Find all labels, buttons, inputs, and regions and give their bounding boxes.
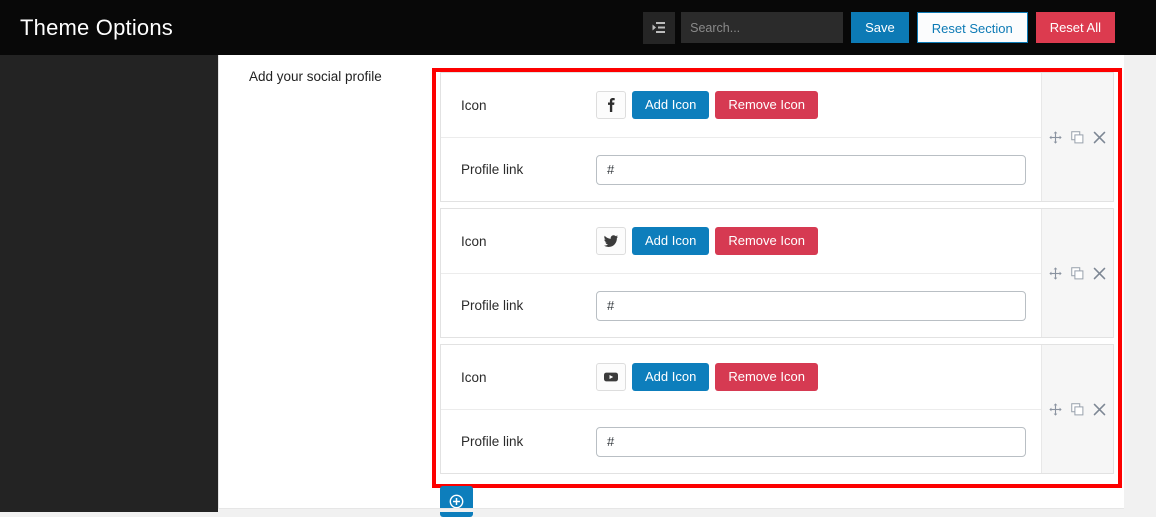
right-gutter [1124, 55, 1156, 512]
icon-row-label: Icon [461, 233, 487, 249]
profile-link-row-label: Profile link [461, 162, 524, 177]
close-icon[interactable] [1093, 266, 1107, 280]
top-header-bar: Theme Options Save Reset Section Reset A… [0, 0, 1156, 55]
social-group: Icon Add Icon Remove Icon Profile link # [440, 344, 1114, 474]
left-sidebar [0, 55, 218, 512]
panel-bottom-edge [218, 508, 1156, 512]
add-icon-button[interactable]: Add Icon [632, 363, 710, 391]
add-icon-button[interactable]: Add Icon [632, 227, 710, 255]
profile-link-controls [596, 426, 1041, 457]
field-label: Add your social profile [249, 69, 382, 84]
profile-link-input[interactable] [596, 290, 1026, 321]
remove-icon-button[interactable]: Remove Icon [715, 91, 818, 119]
add-icon-button[interactable]: Add Icon [632, 91, 710, 119]
search-input[interactable] [681, 12, 844, 43]
duplicate-icon[interactable] [1071, 266, 1085, 280]
close-icon[interactable] [1093, 402, 1107, 416]
twitter-icon[interactable] [596, 227, 626, 255]
profile-link-row: Profile link [441, 137, 1041, 201]
reset-all-button[interactable]: Reset All [1035, 12, 1115, 43]
profile-link-controls [596, 154, 1041, 185]
icon-row: Icon Add Icon Remove Icon [441, 209, 1041, 273]
header-toolbar: Save Reset Section Reset All [643, 0, 1115, 55]
remove-icon-button[interactable]: Remove Icon [715, 227, 818, 255]
move-icon[interactable] [1049, 402, 1063, 416]
move-icon[interactable] [1049, 130, 1063, 144]
close-icon[interactable] [1093, 130, 1107, 144]
profile-link-input[interactable] [596, 426, 1026, 457]
profile-link-row-label: Profile link [461, 434, 524, 449]
icon-row-label: Icon [461, 97, 487, 113]
add-row-button[interactable] [440, 486, 473, 517]
collapse-list-icon[interactable] [643, 11, 676, 44]
profile-link-row: Profile link [441, 273, 1041, 337]
icon-row-controls: Add Icon Remove Icon [596, 363, 1041, 391]
social-group: Icon Add Icon Remove Icon Profile link # [440, 72, 1114, 202]
icon-row-controls: Add Icon Remove Icon [596, 227, 1041, 255]
group-controls [1041, 73, 1113, 201]
profile-link-controls [596, 290, 1041, 321]
social-profile-repeater: Icon Add Icon Remove Icon Profile link #… [436, 72, 1118, 517]
group-fields: Icon Add Icon Remove Icon Profile link # [441, 209, 1041, 337]
youtube-icon[interactable] [596, 363, 626, 391]
facebook-icon[interactable] [596, 91, 626, 119]
icon-row: Icon Add Icon Remove Icon [441, 73, 1041, 137]
icon-row-label: Icon [461, 369, 487, 385]
group-controls [1041, 209, 1113, 337]
group-fields: Icon Add Icon Remove Icon Profile link # [441, 345, 1041, 473]
profile-link-row: Profile link [441, 409, 1041, 473]
main-content-panel: Add your social profile Icon Add Icon Re… [218, 55, 1156, 517]
save-button[interactable]: Save [851, 12, 909, 43]
group-fields: Icon Add Icon Remove Icon Profile link # [441, 73, 1041, 201]
icon-row: Icon Add Icon Remove Icon [441, 345, 1041, 409]
move-icon[interactable] [1049, 266, 1063, 280]
icon-row-controls: Add Icon Remove Icon [596, 91, 1041, 119]
profile-link-row-label: Profile link [461, 298, 524, 313]
social-group: Icon Add Icon Remove Icon Profile link # [440, 208, 1114, 338]
profile-link-input[interactable] [596, 154, 1026, 185]
repeater-highlight-box: Icon Add Icon Remove Icon Profile link #… [432, 68, 1122, 517]
remove-icon-button[interactable]: Remove Icon [715, 363, 818, 391]
reset-section-button[interactable]: Reset Section [916, 12, 1028, 43]
group-controls [1041, 345, 1113, 473]
duplicate-icon[interactable] [1071, 402, 1085, 416]
page-title: Theme Options [20, 14, 174, 40]
duplicate-icon[interactable] [1071, 130, 1085, 144]
